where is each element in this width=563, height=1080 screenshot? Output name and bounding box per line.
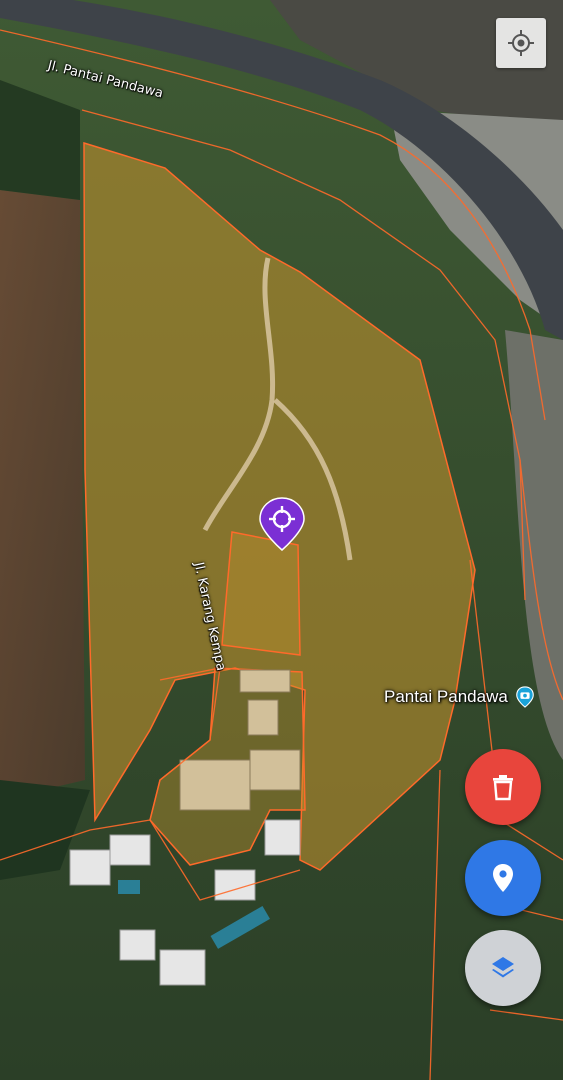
poi-label: Pantai Pandawa xyxy=(384,687,508,706)
poi-marker[interactable]: Pantai Pandawa xyxy=(384,686,536,708)
trash-icon xyxy=(493,775,513,801)
layers-button[interactable] xyxy=(465,930,541,1006)
location-pin-icon xyxy=(493,864,513,892)
crosshair-icon xyxy=(508,30,534,56)
delete-button[interactable] xyxy=(465,749,541,825)
crosshair-pin-icon[interactable] xyxy=(258,496,306,552)
place-marker-button[interactable] xyxy=(465,840,541,916)
layers-icon xyxy=(492,957,514,978)
my-location-button[interactable] xyxy=(496,18,546,68)
satellite-map[interactable]: Jl. Pantai Pandawa Jl. Karang Kempa Pant… xyxy=(0,0,563,1080)
camera-pin-icon xyxy=(516,686,534,708)
